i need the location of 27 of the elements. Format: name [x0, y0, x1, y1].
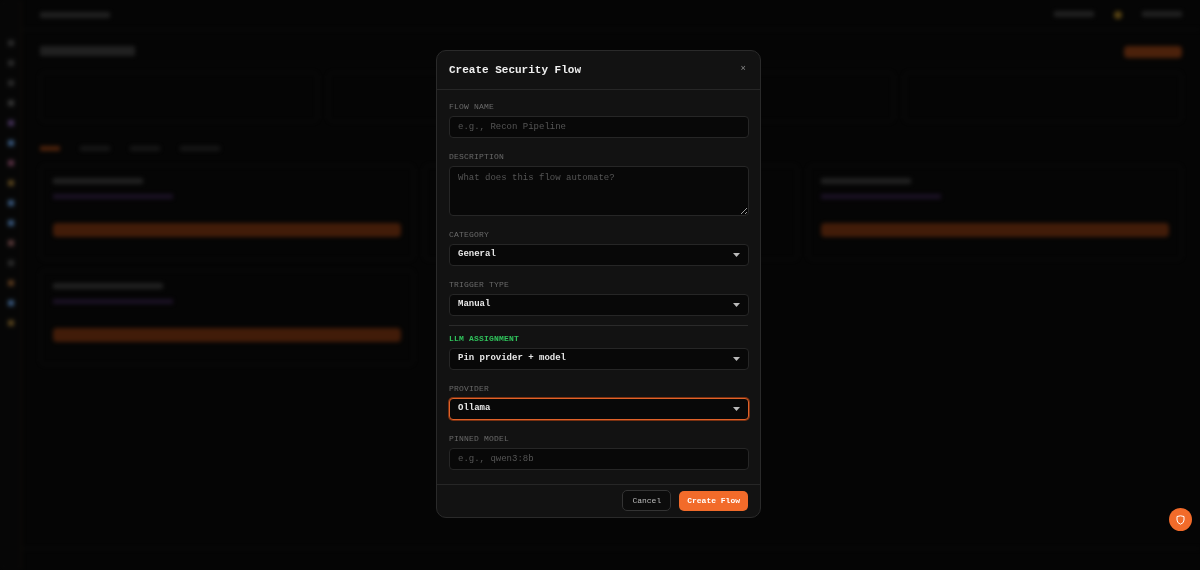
field-label: DESCRIPTION: [449, 151, 505, 162]
input-field[interactable]: e.g., Recon Pipeline: [449, 115, 749, 138]
dialog-title: Create Security Flow: [449, 62, 582, 78]
select-dropdown[interactable]: Pin provider + model: [449, 347, 749, 370]
field-label: FLOW NAME: [449, 101, 495, 112]
close-button[interactable]: ×: [738, 63, 748, 77]
select-value: General: [458, 247, 496, 261]
field-label: PROVIDER: [449, 383, 490, 394]
shield-icon: [1176, 514, 1185, 525]
caret-icon: [733, 406, 740, 411]
field-label: TRIGGER TYPE: [449, 279, 510, 290]
select-dropdown[interactable]: General: [449, 243, 749, 266]
select-value: Ollama: [458, 401, 491, 415]
cancel-button[interactable]: Cancel: [622, 490, 672, 512]
description-field[interactable]: What does this flow automate?: [449, 165, 749, 216]
field-label: CATEGORY: [449, 229, 490, 240]
select-value: Manual: [458, 297, 491, 311]
select-dropdown[interactable]: Ollama: [449, 397, 749, 420]
shield-button[interactable]: [1169, 508, 1192, 531]
input-field[interactable]: e.g., qwen3:8b: [449, 447, 749, 470]
caret-icon: [733, 356, 740, 361]
select-value: Pin provider + model: [458, 351, 567, 365]
section-heading: LLM ASSIGNMENT: [449, 333, 520, 344]
field-label: PINNED MODEL: [449, 433, 510, 444]
caret-icon: [733, 302, 740, 307]
caret-icon: [733, 252, 740, 257]
select-dropdown[interactable]: Manual: [449, 293, 749, 316]
